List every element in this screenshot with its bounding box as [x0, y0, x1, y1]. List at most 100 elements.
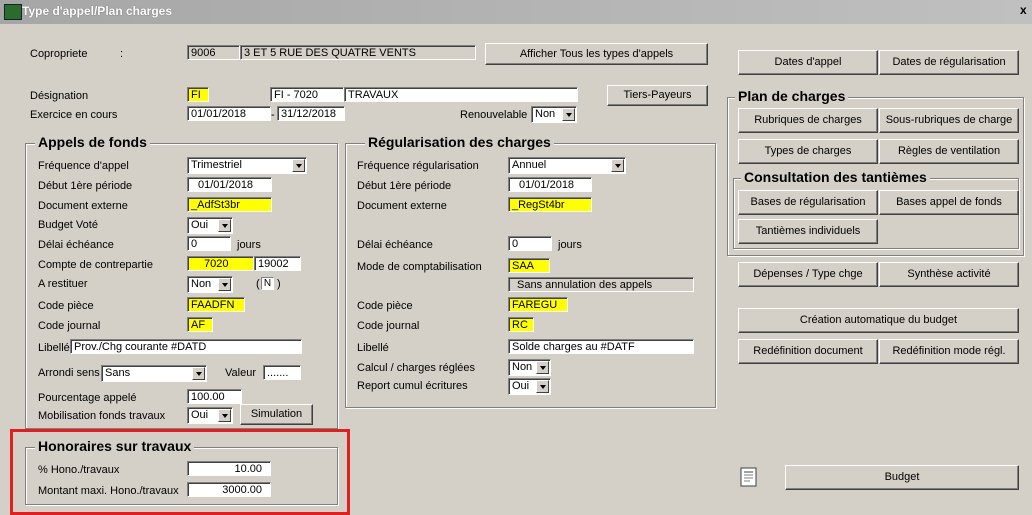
codepiece-regul-field[interactable]: FAREGU [508, 297, 568, 312]
regul-title: Régularisation des charges [365, 134, 554, 150]
copro-code-field[interactable]: 9006 [187, 45, 240, 60]
debut-appel-label: Début 1ère période [38, 180, 133, 192]
designation-code-field[interactable]: FI [187, 87, 209, 102]
document-icon[interactable] [739, 467, 759, 487]
freq-regul-label: Fréquence régularisation [357, 160, 479, 172]
annotation-highlight-box [10, 429, 350, 515]
restituer-bracket-open: ( [256, 278, 260, 290]
freq-appel-select[interactable]: Trimestriel [187, 157, 307, 174]
copro-label: Copropriete [30, 48, 88, 60]
synthese-button[interactable]: Synthèse activité [879, 262, 1019, 287]
chevron-down-icon[interactable] [218, 219, 231, 232]
restituer-select[interactable]: Non [187, 276, 233, 293]
dates-appel-button[interactable]: Dates d'appel [738, 50, 878, 75]
debut-regul-field[interactable]: 01/01/2018 [508, 177, 592, 192]
app-icon [4, 4, 22, 20]
budget-button[interactable]: Budget [785, 465, 1019, 490]
calcul-select[interactable]: Non [508, 359, 551, 376]
tantiemes-button[interactable]: Tantièmes individuels [738, 219, 878, 244]
budget-vote-label: Budget Voté [38, 219, 98, 231]
freq-appel-label: Fréquence d'appel [38, 160, 129, 172]
arrondi-label: Arrondi sens [38, 367, 100, 379]
doc-appel-label: Document externe [38, 200, 128, 212]
exercice-start-field[interactable]: 01/01/2018 [187, 106, 271, 121]
chevron-down-icon[interactable] [611, 159, 624, 172]
codejournal-regul-label: Code journal [357, 320, 420, 332]
exercice-end-field[interactable]: 31/12/2018 [277, 106, 345, 121]
report-select[interactable]: Oui [508, 378, 551, 395]
chevron-down-icon[interactable] [192, 367, 205, 380]
copro-colon: : [120, 48, 124, 60]
bases-appel-button[interactable]: Bases appel de fonds [879, 190, 1019, 215]
renouvelable-label: Renouvelable [460, 109, 528, 121]
chevron-down-icon[interactable] [218, 278, 231, 291]
doc-regul-label: Document externe [357, 200, 447, 212]
renouvelable-value: Non [535, 108, 556, 120]
arrondi-select[interactable]: Sans [101, 365, 207, 382]
compte-field-2[interactable]: 19002 [254, 256, 301, 271]
compte-field-1[interactable]: 7020 [187, 256, 254, 271]
budget-vote-select[interactable]: Oui [187, 217, 233, 234]
tiers-payeurs-button[interactable]: Tiers-Payeurs [607, 85, 708, 106]
chevron-down-icon[interactable] [536, 380, 549, 393]
libelle-appel-label: Libellé [38, 342, 70, 354]
designation-ref-field[interactable]: FI - 7020 [270, 87, 344, 102]
valeur-label: Valeur [225, 367, 256, 379]
freq-regul-select[interactable]: Annuel [508, 157, 626, 174]
doc-appel-field[interactable]: _AdfSt3br [187, 197, 272, 212]
valeur-field[interactable]: ....... [263, 365, 301, 380]
pourcentage-field[interactable]: 100.00 [187, 389, 242, 404]
afficher-types-button[interactable]: Afficher Tous les types d'appels [485, 43, 708, 65]
creation-budget-button[interactable]: Création automatique du budget [738, 308, 1019, 333]
simulation-button[interactable]: Simulation [240, 404, 313, 425]
calcul-label: Calcul / charges réglées [357, 362, 476, 374]
delai-regul-field[interactable]: 0 [508, 236, 552, 251]
report-label: Report cumul écritures [357, 380, 468, 392]
libelle-regul-label: Libellé [357, 342, 389, 354]
window-title: Type d'appel/Plan charges [22, 4, 173, 18]
bases-regul-button[interactable]: Bases de régularisation [738, 190, 878, 215]
mode-desc-field: Sans annulation des appels [508, 277, 694, 292]
freq-appel-value: Trimestriel [191, 159, 242, 171]
rubriques-button[interactable]: Rubriques de charges [738, 108, 878, 133]
redef-document-button[interactable]: Redéfinition document [738, 339, 878, 364]
debut-appel-field[interactable]: 01/01/2018 [187, 177, 272, 192]
arrondi-value: Sans [105, 367, 131, 379]
chevron-down-icon[interactable] [292, 159, 305, 172]
depenses-button[interactable]: Dépenses / Type chge [738, 262, 878, 287]
restituer-label: A restituer [38, 278, 88, 290]
codejournal-regul-field[interactable]: RC [508, 317, 534, 332]
exercice-label: Exercice en cours [30, 109, 118, 121]
delai-appel-field[interactable]: 0 [187, 236, 231, 251]
mode-field[interactable]: SAA [508, 258, 550, 273]
libelle-regul-field[interactable]: Solde charges au #DATF [508, 339, 694, 354]
codepiece-appel-field[interactable]: FAADFN [187, 297, 245, 312]
dates-regul-button[interactable]: Dates de régularisation [879, 50, 1019, 75]
delai-regul-label: Délai échéance [357, 239, 433, 251]
appels-title: Appels de fonds [35, 134, 150, 150]
chevron-down-icon[interactable] [536, 361, 549, 374]
types-charges-button[interactable]: Types de charges [738, 139, 878, 164]
restituer-n-field[interactable]: N [261, 277, 274, 290]
chevron-down-icon[interactable] [562, 108, 575, 121]
sous-rubriques-button[interactable]: Sous-rubriques de charge [879, 108, 1019, 133]
designation-label: Désignation [30, 90, 89, 102]
doc-regul-field[interactable]: _RegSt4br [508, 197, 592, 212]
mode-label: Mode de comptabilisation [357, 261, 482, 273]
chevron-down-icon[interactable] [218, 409, 231, 422]
renouvelable-select[interactable]: Non [531, 106, 577, 123]
delai-regul-unit: jours [558, 239, 582, 251]
designation-name-field[interactable]: TRAVAUX [344, 87, 578, 102]
mobilisation-select[interactable]: Oui [187, 407, 233, 424]
codejournal-appel-label: Code journal [38, 320, 101, 332]
report-value: Oui [512, 380, 530, 392]
close-button[interactable]: x [1020, 3, 1032, 19]
delai-appel-unit: jours [237, 239, 261, 251]
libelle-appel-field[interactable]: Prov./Chg courante #DATD [70, 339, 302, 354]
copro-name-field[interactable]: 3 ET 5 RUE DES QUATRE VENTS [240, 45, 476, 60]
regles-ventilation-button[interactable]: Règles de ventilation [879, 139, 1019, 164]
codepiece-regul-label: Code pièce [357, 300, 413, 312]
pourcentage-label: Pourcentage appelé [38, 392, 137, 404]
codejournal-appel-field[interactable]: AF [187, 317, 213, 332]
redef-mode-button[interactable]: Redéfinition mode régl. [879, 339, 1019, 364]
